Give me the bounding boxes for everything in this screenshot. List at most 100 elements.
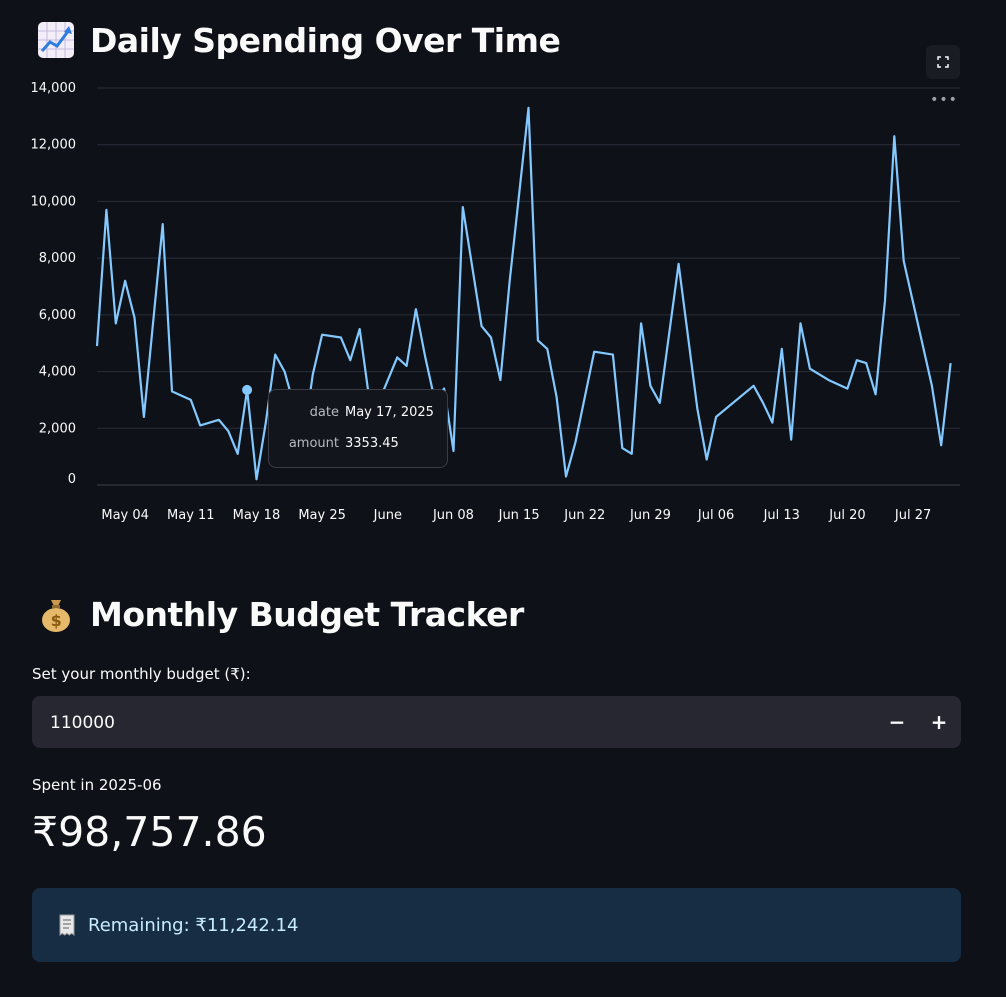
data-point — [946, 358, 956, 368]
tooltip-date-key: date — [309, 405, 339, 420]
data-point — [233, 449, 243, 459]
chart-tooltip: date May 17, 2025 amount 3353.45 — [268, 389, 448, 468]
data-point — [786, 435, 796, 445]
data-point — [448, 446, 458, 456]
tooltip-amount-key: amount — [288, 436, 339, 451]
data-point — [139, 412, 149, 422]
remaining-text: Remaining: ₹11,242.14 — [88, 914, 299, 936]
decrement-button[interactable]: − — [881, 706, 913, 738]
data-point — [655, 398, 665, 408]
data-point — [495, 375, 505, 385]
data-point — [899, 256, 909, 266]
data-point — [130, 313, 140, 323]
x-tick-label: Jul 06 — [697, 508, 734, 523]
data-point — [317, 330, 327, 340]
fullscreen-icon — [937, 56, 949, 68]
data-point — [871, 389, 881, 399]
data-point — [486, 333, 496, 343]
data-point — [524, 103, 534, 113]
data-point — [392, 352, 402, 362]
data-point — [420, 352, 430, 362]
data-point — [355, 324, 365, 334]
x-tick-label: Jul 20 — [828, 508, 865, 523]
fullscreen-button[interactable] — [926, 45, 960, 79]
data-point — [608, 350, 618, 360]
chart-section-title: Daily Spending Over Time — [36, 20, 561, 60]
data-point — [627, 449, 637, 459]
spending-line-chart[interactable]: 02,0004,0006,0008,00010,00012,00014,000 … — [0, 75, 1006, 530]
y-tick-label: 0 — [68, 472, 76, 487]
data-point — [92, 341, 102, 351]
y-tick-label: 10,000 — [31, 194, 77, 209]
data-point — [336, 333, 346, 343]
data-point — [505, 276, 515, 286]
data-point — [542, 344, 552, 354]
data-point — [223, 426, 233, 436]
data-point — [561, 471, 571, 481]
spent-metric-label: Spent in 2025-06 — [32, 776, 162, 794]
money-bag-icon: $ — [42, 600, 70, 632]
tooltip-date-value: May 17, 2025 — [345, 405, 434, 420]
data-point — [308, 369, 318, 379]
x-tick-label: Jul 27 — [894, 508, 931, 523]
data-point — [852, 355, 862, 365]
data-point — [702, 454, 712, 464]
receipt-icon — [59, 914, 75, 936]
tooltip-amount-value: 3353.45 — [345, 436, 399, 451]
data-point — [570, 437, 580, 447]
increment-button[interactable]: + — [923, 706, 955, 738]
data-point — [636, 318, 646, 328]
budget-title-text: Monthly Budget Tracker — [90, 594, 524, 634]
budget-input-field[interactable] — [48, 696, 852, 750]
data-point — [749, 381, 759, 391]
data-point — [805, 364, 815, 374]
highlighted-data-point — [242, 384, 253, 395]
budget-section-title: $ Monthly Budget Tracker — [36, 594, 524, 634]
data-point — [195, 420, 205, 430]
svg-text:$: $ — [51, 611, 62, 630]
x-tick-label: May 04 — [101, 508, 149, 523]
chart-title-text: Daily Spending Over Time — [90, 20, 561, 60]
data-point — [711, 412, 721, 422]
data-point — [458, 202, 468, 212]
data-point — [533, 335, 543, 345]
x-tick-label: Jun 29 — [629, 508, 671, 523]
remaining-info-box: Remaining: ₹11,242.14 — [32, 888, 961, 962]
x-tick-label: Jun 15 — [498, 508, 540, 523]
budget-number-input[interactable]: − + — [32, 696, 961, 750]
data-point — [936, 440, 946, 450]
data-point — [617, 443, 627, 453]
data-point — [796, 318, 806, 328]
data-point — [645, 381, 655, 391]
data-point — [824, 375, 834, 385]
y-tick-label: 4,000 — [39, 365, 76, 380]
x-tick-label: May 11 — [167, 508, 215, 523]
y-tick-label: 12,000 — [31, 138, 77, 153]
data-point — [411, 304, 421, 314]
data-point — [270, 350, 280, 360]
data-point — [692, 403, 702, 413]
data-point — [280, 367, 290, 377]
x-tick-label: May 25 — [298, 508, 346, 523]
data-point — [589, 347, 599, 357]
spent-metric-value: ₹98,757.86 — [32, 808, 267, 856]
x-tick-label: Jun 22 — [563, 508, 605, 523]
data-point — [861, 358, 871, 368]
x-tick-label: Jul 13 — [763, 508, 800, 523]
x-tick-label: May 18 — [233, 508, 281, 523]
x-tick-label: June — [373, 508, 402, 523]
data-point — [842, 384, 852, 394]
chart-increasing-icon — [38, 22, 74, 58]
data-point — [777, 344, 787, 354]
data-point — [477, 321, 487, 331]
y-tick-label: 8,000 — [39, 251, 76, 266]
data-point — [101, 205, 111, 215]
data-point — [186, 395, 196, 405]
data-point — [674, 259, 684, 269]
data-point — [402, 361, 412, 371]
data-point — [767, 418, 777, 428]
budget-input-label: Set your monthly budget (₹): — [32, 665, 251, 683]
y-tick-label: 2,000 — [39, 421, 76, 436]
data-point — [880, 296, 890, 306]
data-point — [758, 398, 768, 408]
